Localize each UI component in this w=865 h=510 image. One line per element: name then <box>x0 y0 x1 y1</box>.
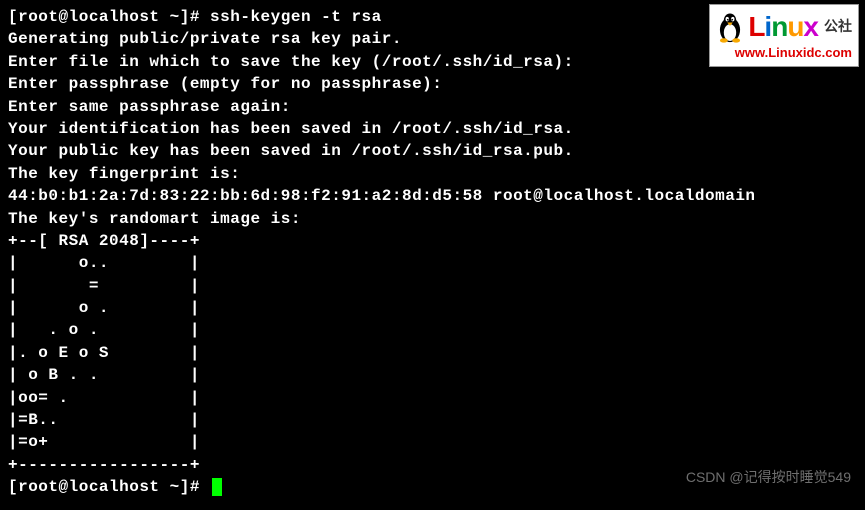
command-text: ssh-keygen -t rsa <box>210 8 382 26</box>
shell-prompt: [root@localhost ~]# <box>8 478 210 496</box>
logo-cn-suffix: 公社 <box>824 17 852 37</box>
randomart-line: |=o+ | <box>8 431 857 453</box>
logo-text: Linux <box>748 7 818 46</box>
csdn-watermark: CSDN @记得按时睡觉549 <box>686 468 851 488</box>
output-line: The key's randomart image is: <box>8 208 857 230</box>
randomart-line: | o.. | <box>8 252 857 274</box>
logo-url: www.Linuxidc.com <box>716 44 852 62</box>
randomart-line: | o B . . | <box>8 364 857 386</box>
tux-penguin-icon <box>716 10 744 44</box>
output-line: Your identification has been saved in /r… <box>8 118 857 140</box>
output-line: Enter same passphrase again: <box>8 96 857 118</box>
terminal-output: [root@localhost ~]# ssh-keygen -t rsa Ge… <box>8 6 857 499</box>
logo-main: Linux 公社 <box>716 7 852 46</box>
shell-prompt: [root@localhost ~]# <box>8 8 210 26</box>
output-line: 44:b0:b1:2a:7d:83:22:bb:6d:98:f2:91:a2:8… <box>8 185 857 207</box>
output-line: Enter passphrase (empty for no passphras… <box>8 73 857 95</box>
randomart-line: | o . | <box>8 297 857 319</box>
randomart-line: | . o . | <box>8 319 857 341</box>
linux-logo-watermark: Linux 公社 www.Linuxidc.com <box>709 4 859 67</box>
output-line: The key fingerprint is: <box>8 163 857 185</box>
randomart-line: | = | <box>8 275 857 297</box>
randomart-line: |. o E o S | <box>8 342 857 364</box>
randomart-line: |oo= . | <box>8 387 857 409</box>
cursor <box>212 478 222 496</box>
randomart-line: +--[ RSA 2048]----+ <box>8 230 857 252</box>
output-line: Your public key has been saved in /root/… <box>8 140 857 162</box>
randomart-line: |=B.. | <box>8 409 857 431</box>
